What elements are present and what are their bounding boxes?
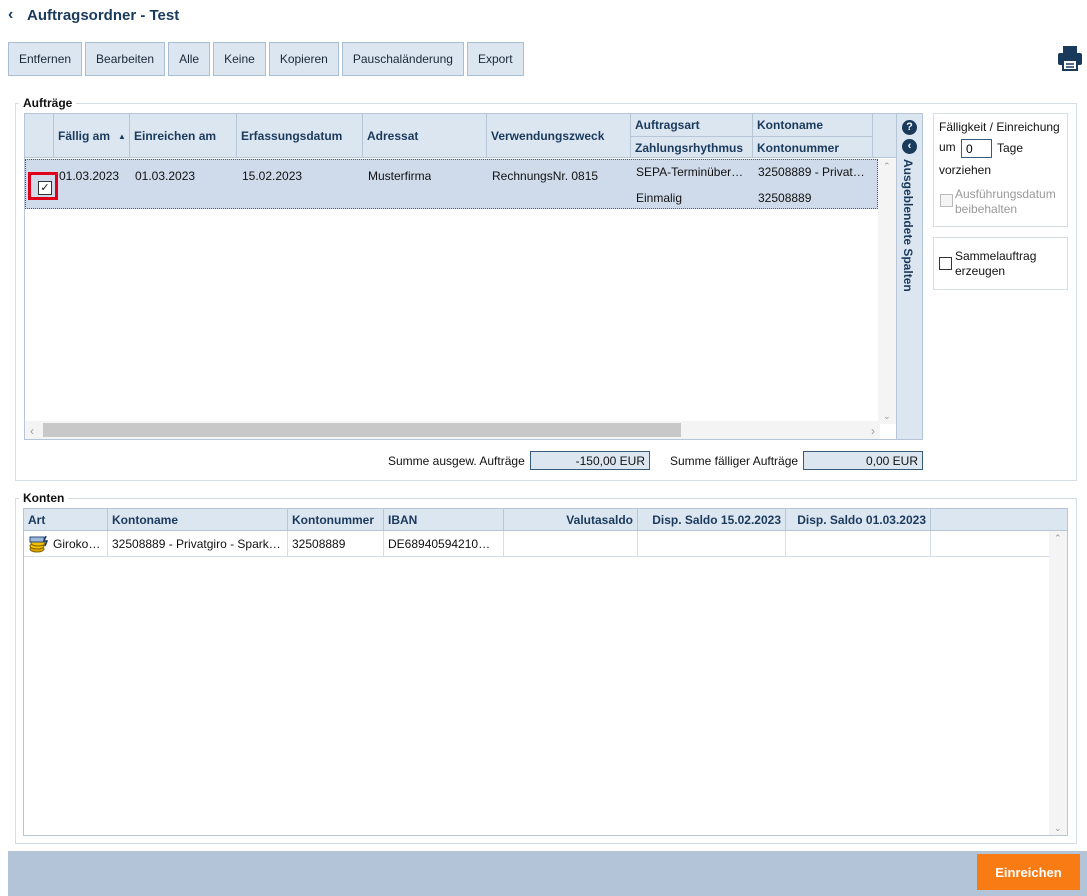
coins-icon [29, 535, 49, 553]
remove-button[interactable]: Entfernen [8, 42, 83, 76]
sum-due-value: 0,00 EUR [803, 451, 923, 470]
col-name[interactable]: Kontoname [108, 509, 288, 531]
copy-button[interactable]: Kopieren [268, 42, 339, 76]
cell-entry: 15.02.2023 [242, 169, 303, 183]
scroll-down-icon[interactable]: ⌄ [883, 411, 891, 422]
keep-date-label-2: beibehalten [955, 202, 1018, 216]
accounts-grid: Art Kontoname Kontonummer IBAN Valutasal… [23, 508, 1068, 836]
cell-disp-1 [638, 531, 786, 557]
orders-grid: Fällig am ▲ Einreichen am Erfassungsdatu… [24, 113, 897, 440]
scroll-right-icon[interactable]: › [871, 424, 875, 438]
print-icon[interactable] [1056, 44, 1084, 72]
hidden-columns-label: Ausgeblendete Spalten [901, 159, 915, 292]
select-none-button[interactable]: Keine [213, 42, 266, 76]
keep-date-label-1: Ausführungsdatum [955, 187, 1056, 201]
submit-button[interactable]: Einreichen [977, 854, 1080, 890]
cell-disp-2 [786, 531, 931, 557]
page-title: Auftragsordner - Test [27, 7, 180, 24]
collective-label-1: Sammelauftrag [955, 249, 1037, 263]
account-row[interactable]: Giroko… 32508889 - Privatgiro - Spark… 3… [24, 531, 1050, 557]
cell-iban: DE68940594210… [384, 531, 504, 557]
col-purpose[interactable]: Verwendungszweck [487, 114, 631, 158]
scroll-left-icon[interactable]: ‹ [30, 424, 34, 438]
col-addressee[interactable]: Adressat [363, 114, 487, 158]
cell-due: 01.03.2023 [59, 169, 120, 183]
accounts-legend: Konten [19, 491, 69, 505]
sort-ascending-icon: ▲ [118, 131, 126, 141]
due-options-box: Fälligkeit / Einreichung um Tage vorzieh… [933, 113, 1068, 227]
edit-button[interactable]: Bearbeiten [85, 42, 166, 76]
row-select-checkbox[interactable]: ✓ [38, 181, 52, 195]
collective-checkbox[interactable] [939, 257, 952, 270]
cell-rhythm: Einmalig [636, 191, 683, 205]
lump-change-button[interactable]: Pauschaländerung [341, 42, 464, 76]
collective-box: Sammelauftrag erzeugen [933, 237, 1068, 290]
sum-selected-value: -150,00 EUR [530, 451, 650, 470]
cell-account-number: 32508889 [758, 191, 812, 205]
orders-horizontal-scrollbar[interactable]: ‹ › [25, 421, 880, 439]
help-icon[interactable]: ? [902, 120, 917, 135]
orders-vertical-scrollbar[interactable]: ⌃ ⌄ [878, 159, 896, 424]
expand-left-icon[interactable]: ‹ [902, 139, 917, 154]
scroll-down-icon[interactable]: ⌄ [1054, 823, 1062, 834]
col-disp-2[interactable]: Disp. Saldo 01.03.2023 [786, 509, 931, 531]
tage-label: Tage [997, 141, 1024, 155]
accounts-grid-header: Art Kontoname Kontonummer IBAN Valutasal… [24, 509, 1067, 531]
collective-label-2: erzeugen [955, 264, 1006, 278]
cell-type: Giroko… [24, 531, 108, 557]
col-submit[interactable]: Einreichen am [130, 114, 237, 158]
orders-legend: Aufträge [19, 96, 77, 110]
sum-selected-label: Summe ausgew. Aufträge [388, 454, 525, 468]
account-type-label: Giroko… [53, 537, 101, 551]
cell-purpose: RechnungsNr. 0815 [492, 169, 599, 183]
orders-grid-header: Fällig am ▲ Einreichen am Erfassungsdatu… [25, 114, 896, 158]
cell-number: 32508889 [288, 531, 384, 557]
col-order-type[interactable]: Auftragsart [631, 114, 753, 136]
select-all-button[interactable]: Alle [168, 42, 211, 76]
col-entry[interactable]: Erfassungsdatum [237, 114, 363, 158]
vorziehen-label: vorziehen [939, 163, 992, 177]
cell-submit: 01.03.2023 [135, 169, 196, 183]
keep-date-checkbox[interactable] [940, 194, 953, 207]
back-chevron-icon[interactable]: ‹ [8, 7, 20, 24]
cell-balance [504, 531, 638, 557]
accounts-vertical-scrollbar[interactable]: ⌃ ⌄ [1049, 531, 1067, 835]
scroll-up-icon[interactable]: ⌃ [883, 161, 891, 172]
sum-due-label: Summe fälliger Aufträge [670, 454, 799, 468]
col-account-name[interactable]: Kontoname [753, 114, 873, 136]
hidden-columns-panel[interactable]: ? ‹ Ausgeblendete Spalten [896, 113, 923, 440]
col-type[interactable]: Art [24, 509, 108, 531]
col-rhythm[interactable]: Zahlungsrhythmus [631, 136, 753, 158]
order-row[interactable]: ✓ 01.03.2023 01.03.2023 15.02.2023 Muste… [25, 159, 878, 209]
col-account-number[interactable]: Kontonummer [753, 136, 873, 158]
export-button[interactable]: Export [466, 42, 524, 76]
col-iban[interactable]: IBAN [384, 509, 504, 531]
cell-name: 32508889 - Privatgiro - Spark… [108, 531, 288, 557]
col-due-label: Fällig am [58, 129, 111, 143]
cell-account-name: 32508889 - Privat… [758, 165, 865, 179]
toolbar: Entfernen Bearbeiten Alle Keine Kopieren… [8, 42, 524, 76]
row-select-highlight: ✓ [28, 172, 58, 200]
due-options-title: Fälligkeit / Einreichung [939, 120, 1060, 134]
cell-order-type: SEPA-Terminüber… [636, 165, 744, 179]
select-column-header [25, 114, 54, 158]
um-label: um [939, 140, 956, 154]
col-number[interactable]: Kontonummer [288, 509, 384, 531]
col-disp-1[interactable]: Disp. Saldo 15.02.2023 [638, 509, 786, 531]
horizontal-scroll-thumb[interactable] [43, 423, 681, 437]
cell-addressee: Musterfirma [368, 169, 432, 183]
col-balance[interactable]: Valutasaldo [504, 509, 638, 531]
footer-bar: Einreichen [8, 851, 1087, 896]
days-input[interactable] [961, 139, 992, 158]
col-due[interactable]: Fällig am ▲ [54, 114, 130, 158]
scroll-up-icon[interactable]: ⌃ [1054, 533, 1062, 544]
